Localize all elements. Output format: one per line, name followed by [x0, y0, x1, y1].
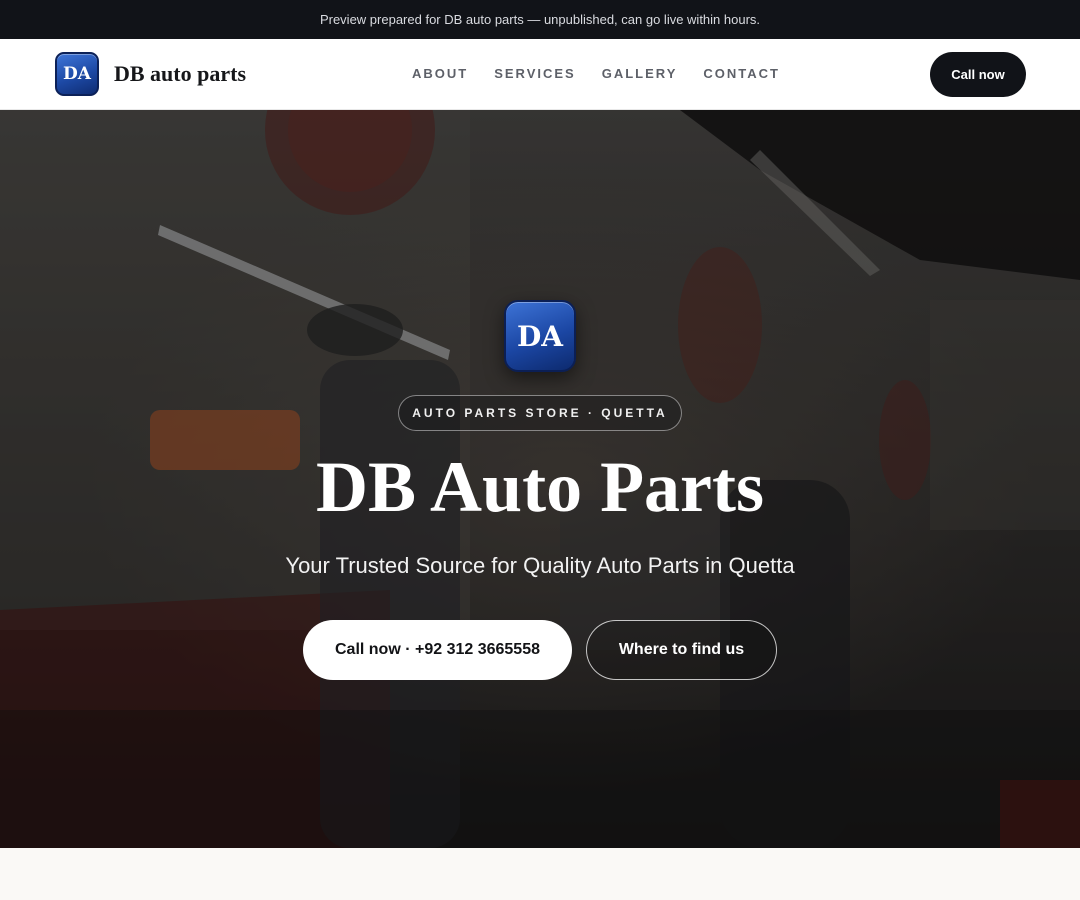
hero-section: DA AUTO PARTS STORE · QUETTA DB Auto Par…: [0, 110, 1080, 848]
hero-title: DB Auto Parts: [316, 447, 764, 527]
logo-badge[interactable]: DA: [55, 52, 99, 96]
preview-banner-text: Preview prepared for DB auto parts — unp…: [319, 12, 761, 27]
call-phone-button[interactable]: Call now · +92 312 3665558: [303, 620, 572, 680]
call-now-button[interactable]: Call now: [930, 52, 1026, 97]
nav-link-about[interactable]: ABOUT: [412, 66, 468, 81]
nav-link-services[interactable]: SERVICES: [494, 66, 576, 81]
top-navigation: DA DB auto parts ABOUT SERVICES GALLERY …: [0, 39, 1080, 110]
nav-link-gallery[interactable]: GALLERY: [602, 66, 678, 81]
hero-logo-badge: DA: [504, 300, 576, 372]
brand-name[interactable]: DB auto parts: [114, 61, 246, 87]
nav-link-contact[interactable]: CONTACT: [703, 66, 780, 81]
nav-links: ABOUT SERVICES GALLERY CONTACT: [412, 66, 780, 81]
preview-banner: Preview prepared for DB auto parts — unp…: [0, 0, 1080, 39]
where-to-find-us-button[interactable]: Where to find us: [586, 620, 777, 680]
hero-logo-initials: DA: [516, 319, 563, 353]
hero-eyebrow-tag: AUTO PARTS STORE · QUETTA: [398, 395, 682, 431]
hero-subtitle: Your Trusted Source for Quality Auto Par…: [285, 553, 795, 578]
logo-initials: DA: [63, 64, 91, 84]
